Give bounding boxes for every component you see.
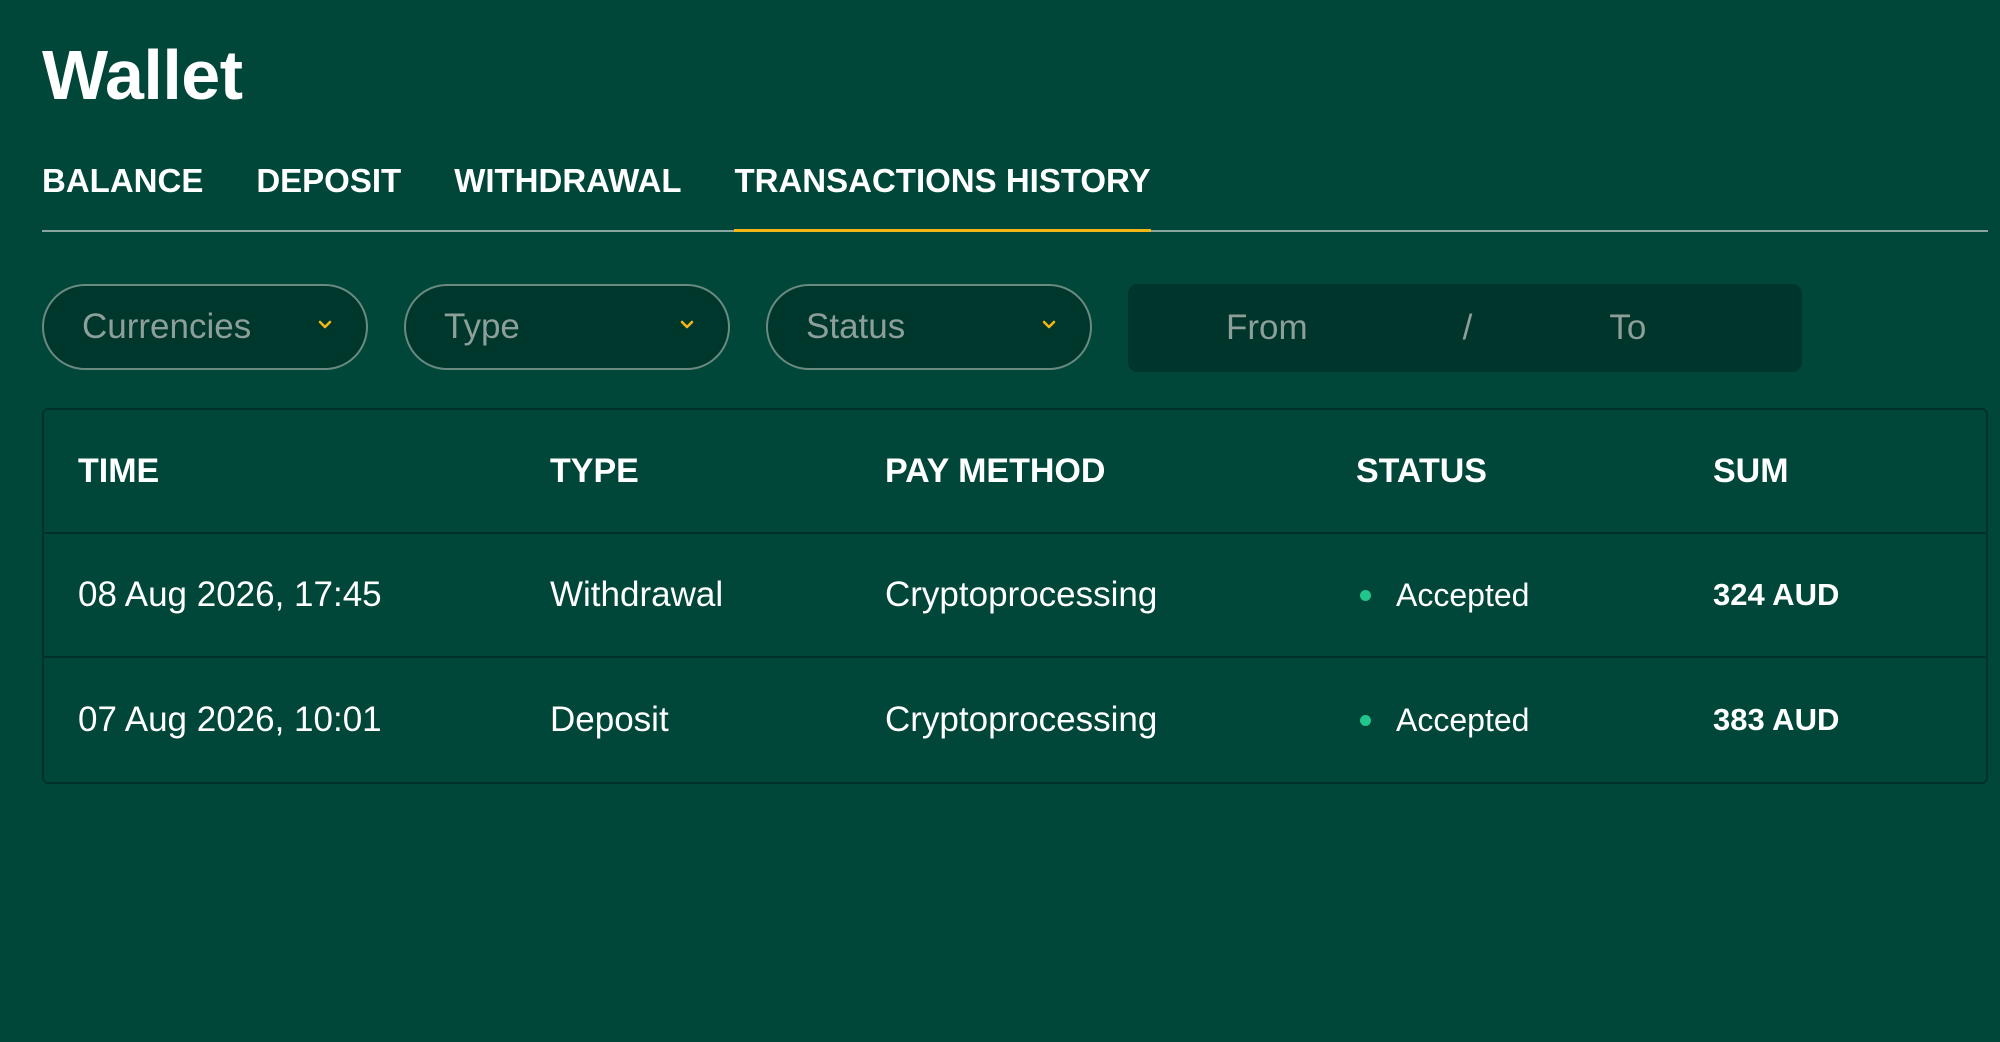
- tab-deposit[interactable]: DEPOSIT: [256, 160, 401, 230]
- date-from-field[interactable]: From: [1226, 308, 1308, 348]
- column-header-status: STATUS: [1356, 451, 1487, 490]
- column-header-sum: SUM: [1713, 451, 1789, 490]
- row-pay-method: Cryptoprocessing: [885, 700, 1158, 739]
- chevron-down-icon: [680, 320, 694, 334]
- tab-transactions-history[interactable]: TRANSACTIONS HISTORY: [734, 160, 1151, 232]
- row-status: Accepted: [1356, 702, 1713, 739]
- tab-balance[interactable]: BALANCE: [42, 160, 203, 230]
- status-select-label: Status: [806, 307, 906, 346]
- row-time: 07 Aug 2026, 10:01: [78, 700, 382, 739]
- filters-bar: Currencies Type Status From / To: [42, 284, 1958, 372]
- column-header-pay-method: PAY METHOD: [885, 451, 1106, 490]
- status-dot-icon: [1360, 589, 1371, 601]
- chevron-down-icon: [1042, 320, 1056, 334]
- column-header-time: TIME: [78, 451, 160, 490]
- column-header-type: TYPE: [550, 451, 639, 490]
- date-range-separator: /: [1462, 308, 1473, 347]
- currencies-select-label: Currencies: [82, 307, 252, 346]
- status-text: Accepted: [1396, 701, 1530, 738]
- table-header-row: TIME TYPE PAY METHOD STATUS SUM: [44, 410, 1986, 534]
- status-select[interactable]: Status: [766, 284, 1092, 370]
- currencies-select[interactable]: Currencies: [42, 284, 368, 370]
- wallet-page: Wallet BALANCE DEPOSIT WITHDRAWAL TRANSA…: [0, 0, 2000, 1042]
- row-pay-method: Cryptoprocessing: [885, 575, 1158, 614]
- transactions-table: TIME TYPE PAY METHOD STATUS SUM 08 Aug 2…: [42, 408, 1988, 784]
- table-row: 07 Aug 2026, 10:01 Deposit Cryptoprocess…: [44, 658, 1986, 782]
- row-time: 08 Aug 2026, 17:45: [78, 575, 382, 614]
- table-row: 08 Aug 2026, 17:45 Withdrawal Cryptoproc…: [44, 534, 1986, 658]
- status-dot-icon: [1360, 714, 1371, 726]
- type-select-label: Type: [444, 307, 520, 346]
- row-type: Deposit: [550, 700, 669, 739]
- chevron-down-icon: [318, 320, 332, 334]
- row-sum: 324 AUD: [1713, 577, 1840, 612]
- date-range-picker[interactable]: From / To: [1128, 284, 1802, 372]
- type-select[interactable]: Type: [404, 284, 730, 370]
- row-status: Accepted: [1356, 577, 1713, 614]
- wallet-tabs: BALANCE DEPOSIT WITHDRAWAL TRANSACTIONS …: [42, 160, 1988, 232]
- tab-withdrawal[interactable]: WITHDRAWAL: [454, 160, 681, 230]
- status-text: Accepted: [1396, 576, 1530, 613]
- page-title: Wallet: [42, 36, 243, 114]
- row-sum: 383 AUD: [1713, 702, 1840, 737]
- row-type: Withdrawal: [550, 575, 724, 614]
- date-to-field[interactable]: To: [1609, 308, 1646, 348]
